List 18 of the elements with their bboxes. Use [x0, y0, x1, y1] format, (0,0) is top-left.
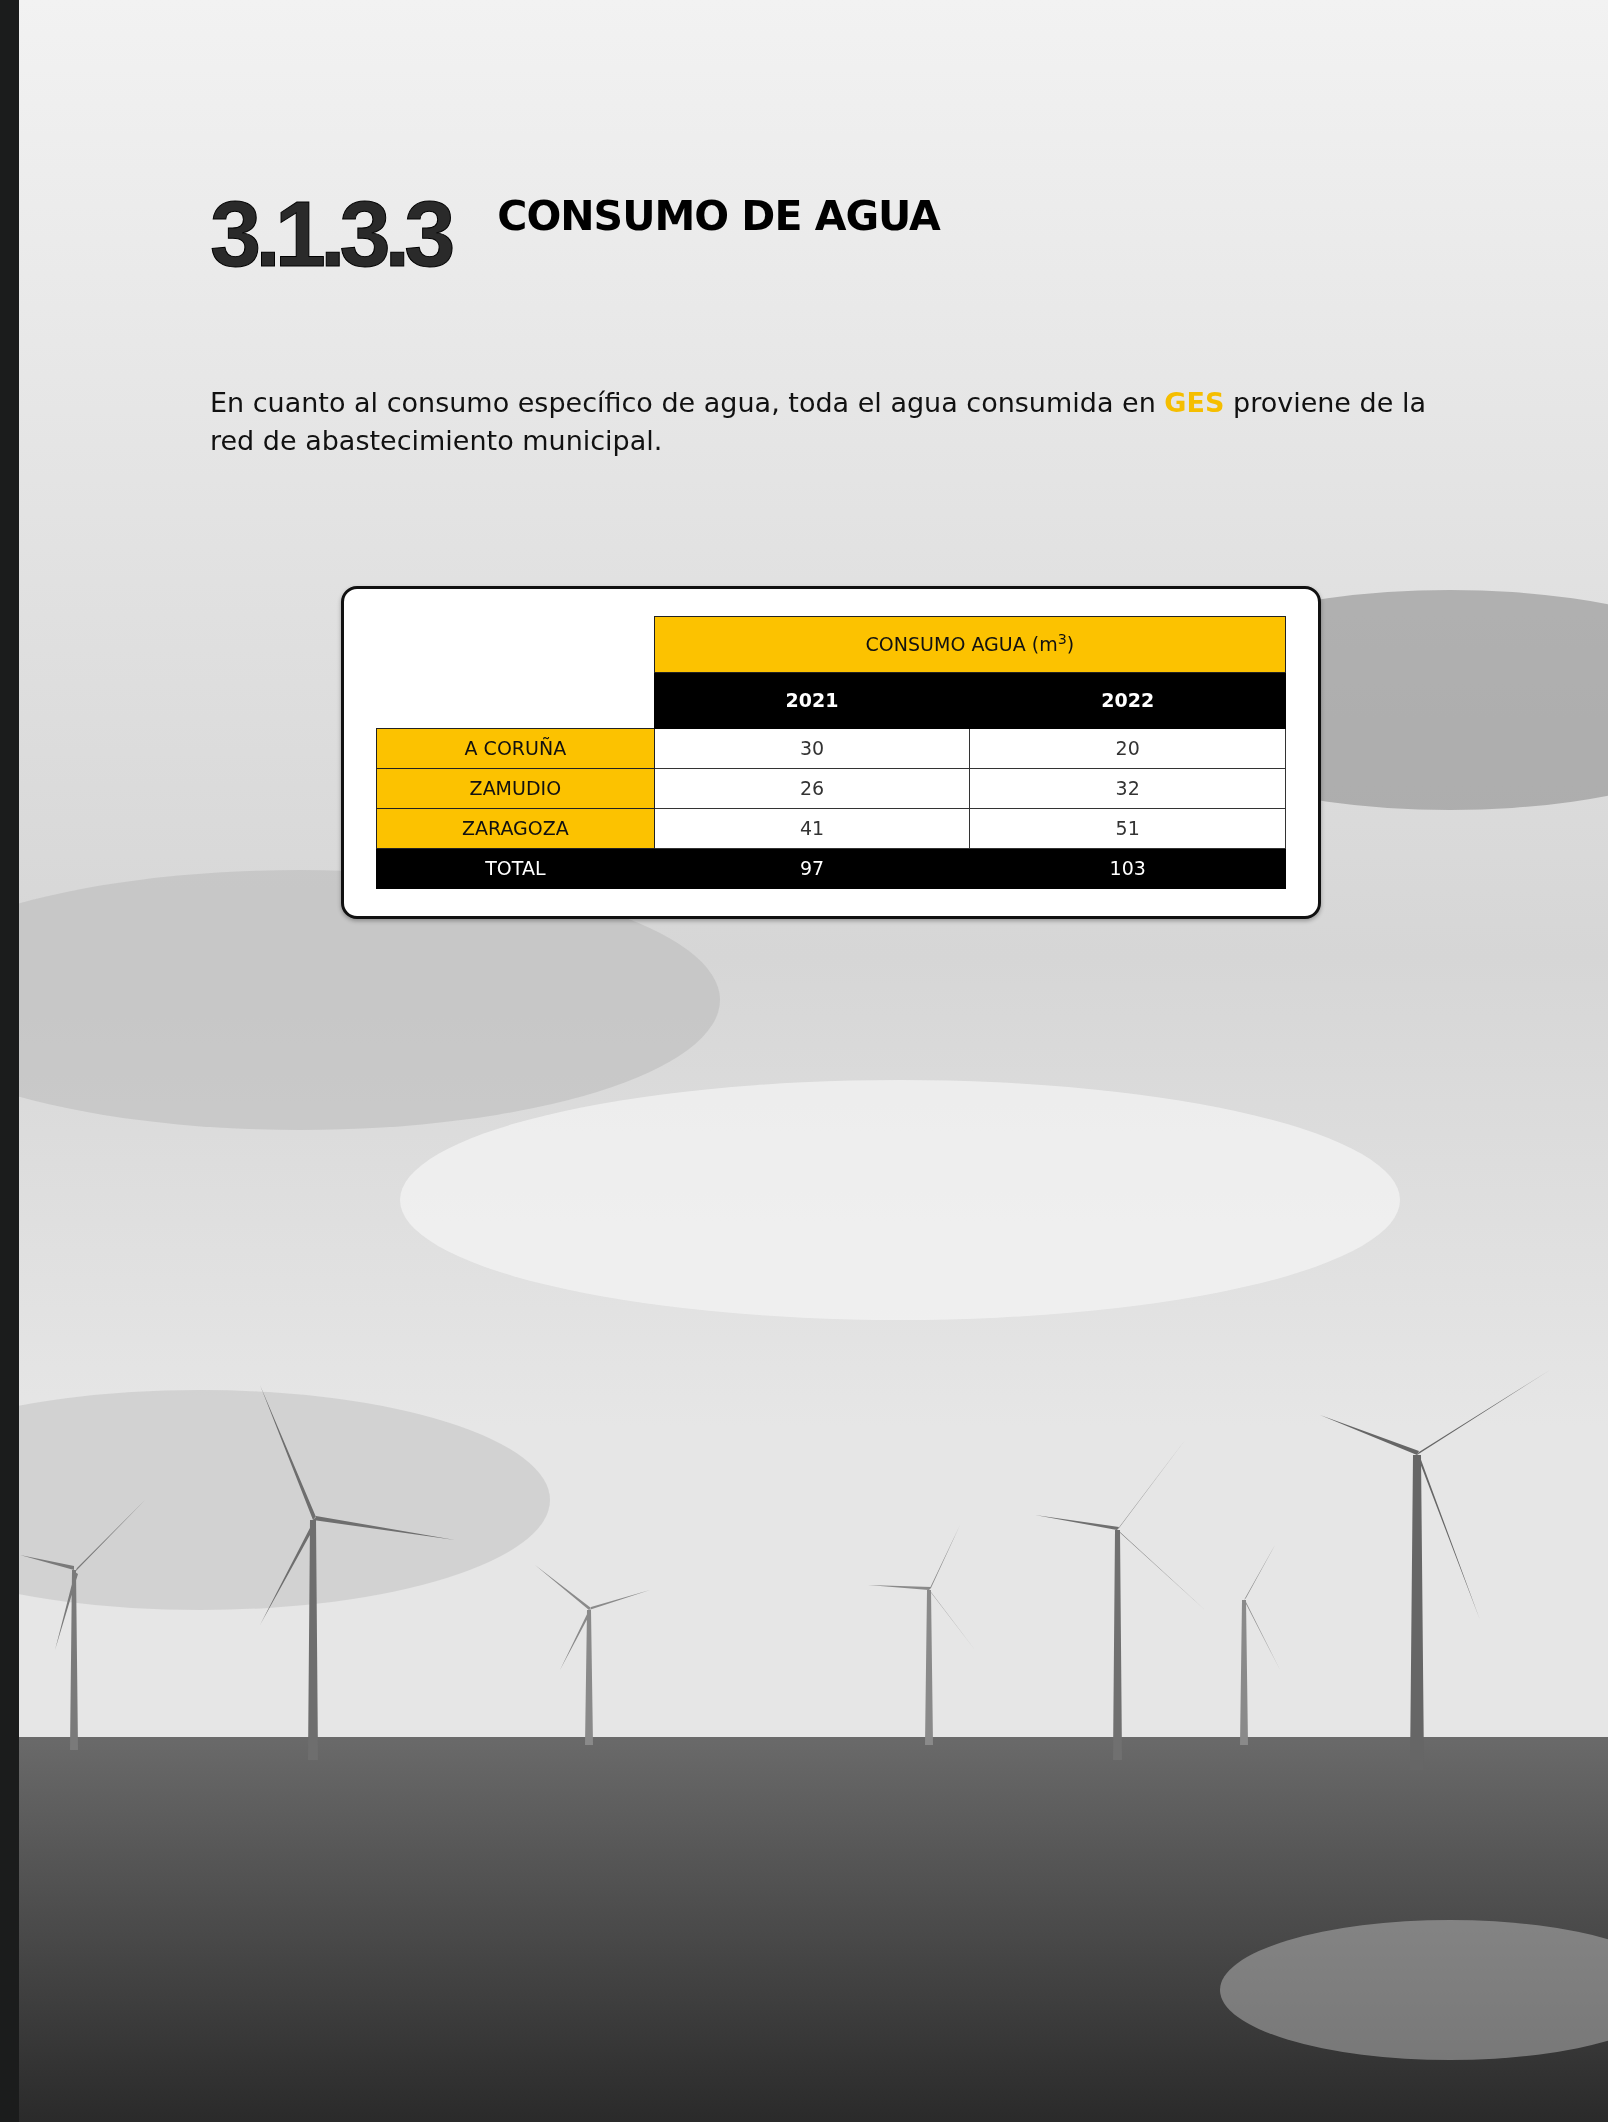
column-group-header: CONSUMO AGUA (m$^{3}$) — [654, 616, 1286, 673]
table-cell: 30 — [654, 728, 970, 769]
row-header: A CORUÑA — [376, 728, 655, 769]
row-header: TOTAL — [376, 848, 655, 889]
table-cell: 97 — [654, 848, 970, 889]
column-header: 2021 — [654, 672, 970, 729]
table-cell: 103 — [969, 848, 1286, 889]
body-paragraph: En cuanto al consumo específico de agua, toda el agua consumida en GES proviene de la red de abastecimiento municipal. — [210, 386, 1427, 458]
section-number: 3.1.3.3 — [210, 188, 450, 280]
row-header: ZARAGOZA — [376, 808, 655, 849]
table-cell: 41 — [654, 808, 970, 849]
table-cell: 26 — [654, 768, 970, 809]
table-cell: 32 — [969, 768, 1286, 809]
table-cell: 20 — [969, 728, 1286, 769]
row-header: ZAMUDIO — [376, 768, 655, 809]
section-title: CONSUMO DE AGUA — [497, 196, 940, 237]
column-header: 2022 — [969, 672, 1286, 729]
table-cell: 51 — [969, 808, 1286, 849]
